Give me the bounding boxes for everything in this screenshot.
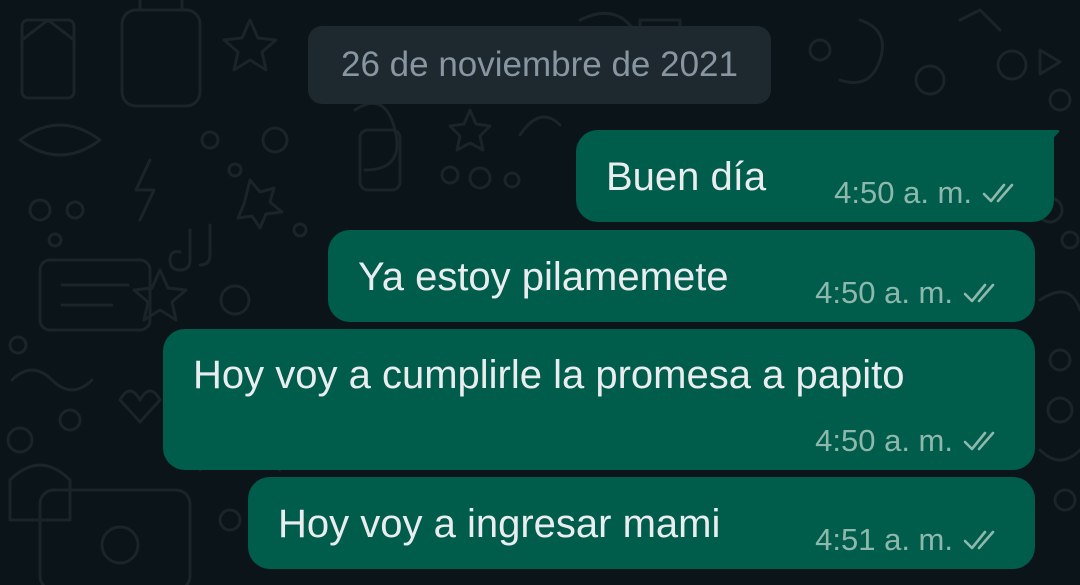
message-time: 4:50 a. m. [815, 423, 953, 458]
double-check-icon [963, 530, 995, 549]
double-check-icon [963, 431, 995, 450]
message-meta: 4:50 a. m. [834, 177, 1022, 208]
double-check-icon [963, 283, 995, 302]
message-meta: 4:51 a. m. [815, 524, 1003, 555]
message-bubble[interactable]: Ya estoy pilamemete 4:50 a. m. [328, 230, 1035, 322]
message-time: 4:50 a. m. [834, 175, 972, 210]
message-time: 4:51 a. m. [815, 522, 953, 557]
message-text: Hoy voy a ingresar mami [278, 502, 721, 546]
message-time: 4:50 a. m. [815, 275, 953, 310]
message-meta: 4:50 a. m. [815, 277, 1003, 308]
date-separator: 26 de noviembre de 2021 [308, 26, 771, 104]
message-bubble[interactable]: Hoy voy a ingresar mami 4:51 a. m. [248, 477, 1035, 569]
message-text: Ya estoy pilamemete [358, 255, 729, 299]
double-check-icon [982, 183, 1014, 202]
message-bubble[interactable]: Hoy voy a cumplirle la promesa a papito … [163, 329, 1035, 470]
message-text: Hoy voy a cumplirle la promesa a papito [193, 353, 905, 397]
message-meta: 4:50 a. m. [815, 425, 1003, 456]
message-text: Buen día [606, 155, 767, 199]
message-bubble[interactable]: Buen día 4:50 a. m. [576, 130, 1054, 222]
